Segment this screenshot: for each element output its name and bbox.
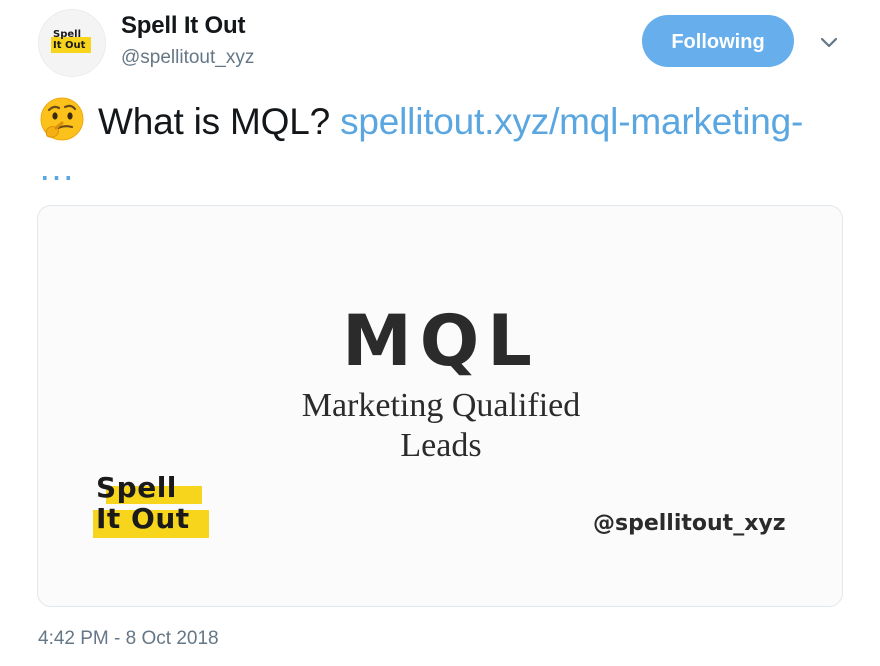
avatar-logo: Spell It Out: [51, 29, 93, 53]
card-logo-line1: Spell: [96, 471, 177, 504]
avatar-logo-line1: Spell: [53, 29, 81, 40]
author-display-name[interactable]: Spell It Out: [121, 12, 245, 40]
tweet-text: What is MQL? spellitout.xyz/mql-marketin…: [38, 95, 838, 191]
avatar[interactable]: Spell It Out: [38, 9, 106, 77]
tweet: Spell It Out Spell It Out @spellitout_xy…: [0, 0, 880, 666]
card-subtitle: Marketing Qualified Leads: [38, 386, 842, 466]
author-handle[interactable]: @spellitout_xyz: [121, 47, 254, 69]
chevron-down-icon[interactable]: [818, 32, 840, 54]
card-logo: Spell It Out: [93, 471, 216, 538]
card-title: MQL: [342, 300, 540, 382]
tweet-timestamp[interactable]: 4:42 PM - 8 Oct 2018: [38, 628, 219, 650]
card-subtitle-line1: Marketing Qualified: [301, 387, 581, 424]
following-button[interactable]: Following: [642, 15, 794, 67]
link-card[interactable]: MQL Marketing Qualified Leads Spell It O…: [37, 205, 843, 607]
thinking-face-icon: [38, 95, 86, 143]
card-logo-line2: It Out: [96, 502, 190, 535]
card-handle: @spellitout_xyz: [593, 511, 786, 536]
card-subtitle-line2: Leads: [400, 427, 482, 464]
tweet-body-text: What is MQL?: [98, 101, 330, 142]
avatar-logo-line2: It Out: [53, 40, 86, 51]
